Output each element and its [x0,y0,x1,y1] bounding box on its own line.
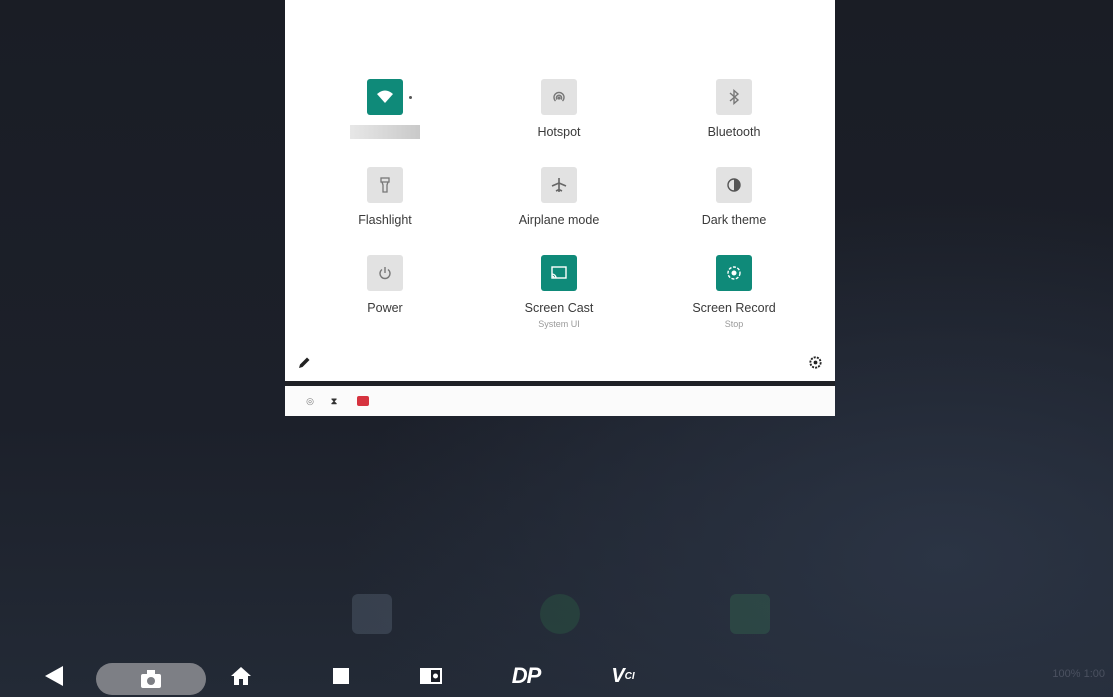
settings-app-icon[interactable] [540,594,580,634]
notification-strip[interactable]: ◎ ⧗ [285,386,835,416]
screen-record-tile[interactable]: Screen Record Stop [654,255,814,329]
wifi-tile[interactable] [305,79,465,139]
airplane-mode-label: Airplane mode [518,213,600,227]
location-icon: ◎ [306,396,314,406]
back-button[interactable] [40,661,68,691]
hourglass-icon: ⧗ [330,396,338,406]
airplane-icon[interactable] [541,167,577,203]
screen-cast-label: Screen Cast [524,301,594,315]
status-area: 100% 1:00 [1052,668,1105,680]
home-button[interactable] [226,661,256,691]
power-tile[interactable]: Power [305,255,465,317]
recents-button[interactable] [326,661,356,691]
cast-icon[interactable] [541,255,577,291]
home-screen-apps [0,594,1113,644]
hotspot-tile[interactable]: Hotspot [479,79,639,141]
flashlight-tile[interactable]: Flashlight [305,167,465,229]
bluetooth-label: Bluetooth [707,125,761,139]
edit-pencil-icon[interactable] [297,356,313,372]
bluetooth-icon[interactable] [716,79,752,115]
dp-app-button[interactable]: DP [497,661,555,691]
screen-record-sublabel: Stop [724,319,744,329]
phone-app-icon[interactable] [730,594,770,634]
vci-app-button[interactable]: V CI [603,661,643,691]
gallery-app-icon[interactable] [352,594,392,634]
flashlight-icon[interactable] [367,167,403,203]
dark-theme-tile[interactable]: Dark theme [654,167,814,229]
power-icon[interactable] [367,255,403,291]
hotspot-icon[interactable] [541,79,577,115]
vci-label: V [611,664,625,687]
dark-theme-icon[interactable] [716,167,752,203]
split-screen-button[interactable] [416,661,446,691]
bluetooth-tile[interactable]: Bluetooth [654,79,814,141]
wifi-icon[interactable] [367,79,403,115]
wifi-network-name-redacted [350,125,420,139]
screen-cast-sublabel: System UI [538,319,580,329]
power-label: Power [367,301,403,315]
app-notification-icon [357,396,369,406]
screen-record-label: Screen Record [692,301,776,315]
record-icon[interactable] [716,255,752,291]
vci-sublabel: CI [624,670,635,682]
screenshot-button[interactable] [96,663,206,695]
screen-cast-tile[interactable]: Screen Cast System UI [479,255,639,329]
gear-icon[interactable] [806,355,824,373]
wifi-indicator-dot [409,96,412,99]
navigation-bar: DP V CI [0,655,1113,697]
hotspot-label: Hotspot [537,125,581,139]
flashlight-label: Flashlight [358,213,412,227]
dark-theme-label: Dark theme [701,213,767,227]
airplane-mode-tile[interactable]: Airplane mode [479,167,639,229]
